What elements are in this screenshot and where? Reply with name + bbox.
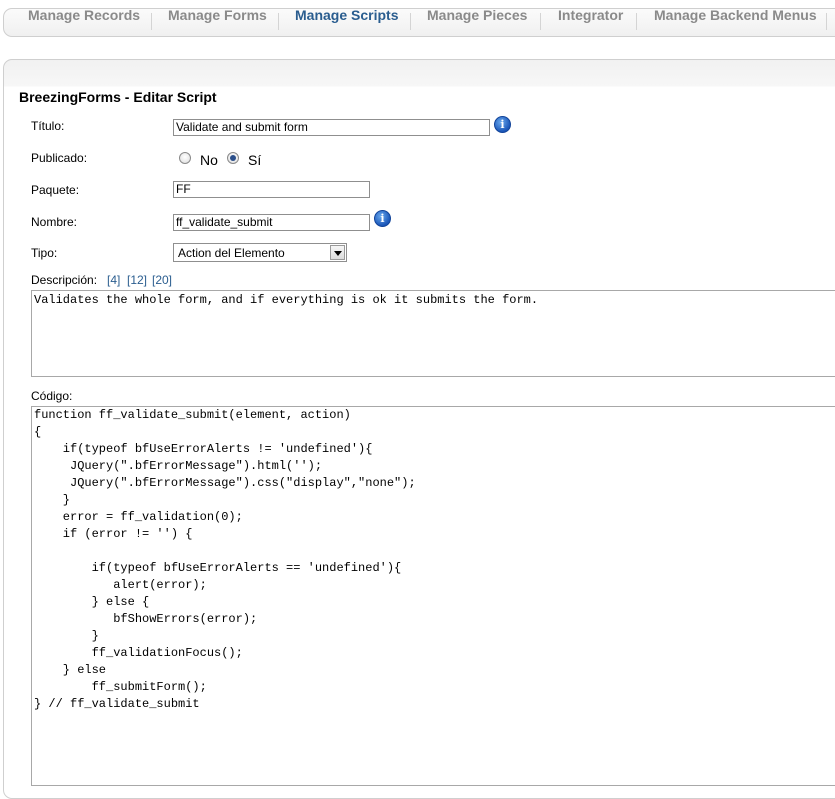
info-icon[interactable]: i	[494, 116, 511, 133]
panel-title: BreezingForms - Editar Script	[19, 89, 217, 105]
publicado-no-radio[interactable]	[179, 152, 191, 164]
desc-size-20-link[interactable]: [20]	[152, 273, 172, 287]
tipo-label: Tipo:	[31, 246, 58, 260]
nombre-input[interactable]: ff_validate_submit	[173, 214, 370, 231]
tipo-selected-value: Action del Elemento	[178, 246, 285, 260]
tab-divider	[636, 13, 637, 30]
publicado-no-label: No	[200, 152, 218, 168]
tab-manage-pieces[interactable]: Manage Pieces	[427, 6, 527, 24]
desc-size-12-link[interactable]: [12]	[127, 273, 147, 287]
codigo-label: Código:	[31, 389, 73, 403]
titulo-label: Título:	[31, 119, 65, 133]
publicado-si-radio[interactable]	[227, 152, 239, 164]
titulo-input[interactable]: Validate and submit form	[173, 119, 490, 136]
descripcion-label: Descripción:	[31, 273, 98, 287]
tab-manage-backend-menus[interactable]: Manage Backend Menus	[654, 6, 817, 24]
info-icon[interactable]: i	[374, 210, 391, 227]
publicado-label: Publicado:	[31, 151, 88, 165]
descripcion-textarea[interactable]: Validates the whole form, and if everyth…	[31, 290, 835, 377]
paquete-label: Paquete:	[31, 183, 80, 197]
tab-divider	[278, 13, 279, 30]
chevron-down-icon[interactable]	[330, 245, 345, 260]
tab-divider	[410, 13, 411, 30]
codigo-textarea[interactable]: function ff_validate_submit(element, act…	[31, 406, 835, 786]
tab-integrator[interactable]: Integrator	[558, 6, 623, 24]
tab-manage-records[interactable]: Manage Records	[28, 6, 140, 24]
tab-divider	[540, 13, 541, 30]
paquete-input[interactable]: FF	[173, 181, 370, 198]
desc-size-4-link[interactable]: [4]	[107, 273, 120, 287]
publicado-si-label: Sí	[248, 152, 262, 168]
tab-manage-scripts[interactable]: Manage Scripts	[295, 6, 398, 24]
tab-divider	[826, 13, 827, 30]
nombre-label: Nombre:	[31, 215, 78, 229]
tipo-select[interactable]: Action del Elemento	[173, 243, 347, 262]
tab-manage-forms[interactable]: Manage Forms	[168, 6, 267, 24]
tab-divider	[151, 13, 152, 30]
